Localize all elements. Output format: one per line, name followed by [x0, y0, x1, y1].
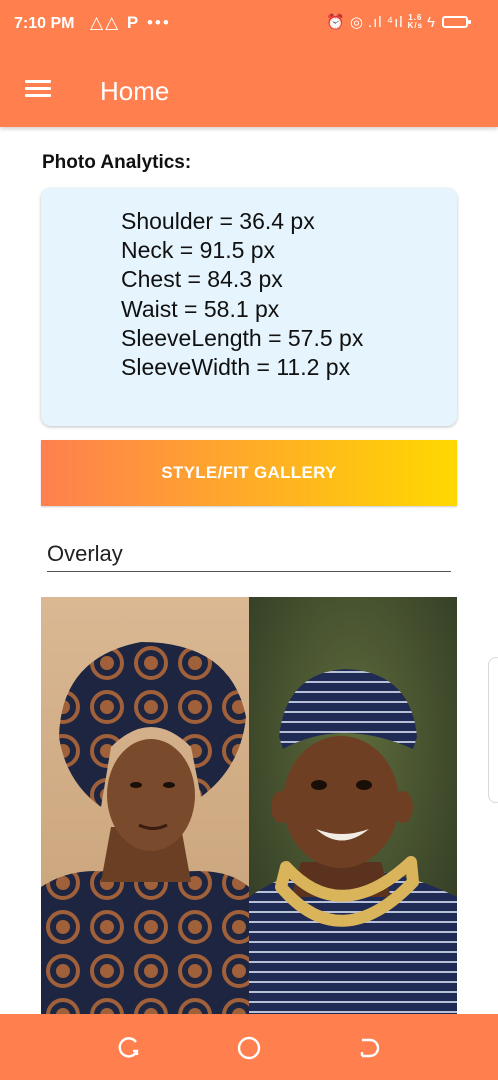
- dropdown-selected-value: Overlay: [47, 541, 123, 566]
- battery-icon: [442, 16, 471, 28]
- parking-icon: P: [126, 13, 141, 32]
- network-speed: 1.6 K/s: [408, 14, 423, 30]
- measurement-sleeve-width: SleeveWidth = 11.2 px: [121, 354, 351, 381]
- more-dots-icon: •••: [146, 13, 171, 32]
- app-bar: 7:10 PM △△ P ••• ⏰ ◎ .ıl ⁴ıl 1.6 K/s ϟ Ho…: [0, 0, 498, 127]
- warning-icon: △: [90, 13, 106, 32]
- hotspot-icon: ◎: [349, 14, 364, 31]
- system-icons: ⏰ ◎ .ıl ⁴ıl 1.6 K/s ϟ: [326, 13, 471, 31]
- measurement-list: Shoulder = 36.4 px Neck = 91.5 px Chest …: [121, 207, 363, 382]
- status-bar: 7:10 PM △△ P ••• ⏰ ◎ .ıl ⁴ıl 1.6 K/s ϟ: [0, 0, 498, 50]
- alarm-icon: ⏰: [326, 14, 346, 31]
- status-time: 7:10 PM: [14, 15, 75, 32]
- speed-unit: K/s: [407, 21, 424, 30]
- measurement-chest: Chest = 84.3 px: [121, 266, 283, 293]
- measurement-sleeve-length: SleeveLength = 57.5 px: [121, 324, 364, 351]
- measurement-waist: Waist = 58.1 px: [121, 295, 280, 322]
- charging-icon: ϟ: [427, 13, 436, 31]
- analytics-card: Shoulder = 36.4 px Neck = 91.5 px Chest …: [41, 188, 457, 426]
- notification-icons: △△ P •••: [90, 13, 171, 33]
- analytics-heading: Photo Analytics:: [42, 152, 192, 173]
- warning-icon: △: [105, 13, 121, 32]
- view-mode-dropdown[interactable]: Overlay: [47, 535, 451, 572]
- overlay-photo: [41, 597, 457, 1014]
- 4g-signal-icon: ⁴ıl: [386, 13, 404, 31]
- style-fit-gallery-button[interactable]: STYLE/FIT GALLERY: [41, 440, 457, 506]
- hamburger-menu-icon[interactable]: [22, 76, 54, 102]
- signal-icon: .ıl: [367, 13, 383, 31]
- measurement-neck: Neck = 91.5 px: [121, 237, 276, 264]
- back-icon[interactable]: [356, 1035, 382, 1061]
- page-title: Home: [100, 76, 170, 106]
- edge-panel-handle[interactable]: [488, 657, 498, 803]
- measurement-shoulder: Shoulder = 36.4 px: [121, 208, 315, 234]
- recent-apps-icon[interactable]: [116, 1035, 142, 1061]
- home-icon[interactable]: [236, 1035, 262, 1061]
- system-nav-bar: [0, 1014, 498, 1080]
